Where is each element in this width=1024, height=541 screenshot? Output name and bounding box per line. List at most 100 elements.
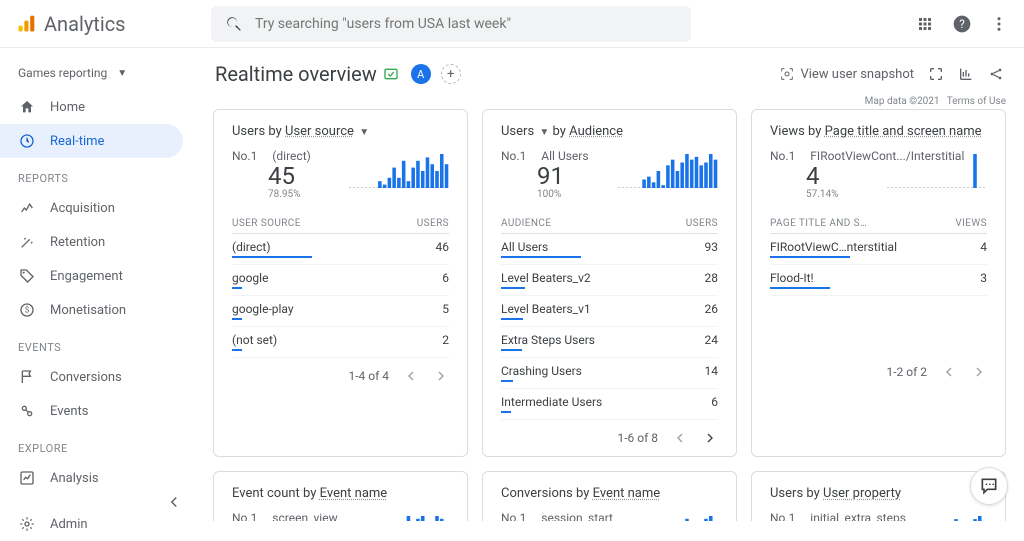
card-title: Users by User property <box>770 486 987 501</box>
table-row[interactable]: Crashing Users14 <box>501 358 718 389</box>
card-title: Users by User source ▼ <box>232 124 449 139</box>
sidebar-item-label: Retention <box>50 235 105 250</box>
pager-range: 1-4 of 4 <box>348 369 389 383</box>
table-row[interactable]: FIRootViewC…nterstitial4 <box>770 234 987 265</box>
gear-icon <box>18 516 36 532</box>
sparkline-chart <box>349 154 449 188</box>
sidebar-item-label: Real-time <box>50 134 104 149</box>
sparkline-chart <box>618 154 718 188</box>
table-header: PAGE TITLE AND S…VIEWS <box>770 212 987 234</box>
table-row[interactable]: All Users93 <box>501 234 718 265</box>
table-row[interactable]: Level Beaters_v126 <box>501 296 718 327</box>
sparkline-chart <box>887 516 987 521</box>
collapse-sidebar-icon[interactable] <box>165 493 183 511</box>
fullscreen-icon[interactable] <box>928 66 944 82</box>
sidebar-item-conversions[interactable]: Conversions <box>0 360 183 394</box>
metric-label: Conversions <box>501 486 573 501</box>
sidebar-item-analysis[interactable]: Analysis <box>0 461 183 495</box>
by-label: by <box>808 124 821 139</box>
add-comparison-button[interactable]: + <box>441 64 461 84</box>
sidebar-item-label: Analysis <box>50 471 99 486</box>
search-box[interactable] <box>211 6 691 42</box>
table-row[interactable]: (not set)2 <box>232 327 449 358</box>
sidebar-item-home[interactable]: Home <box>0 90 183 124</box>
workspace-name: Games reporting <box>18 66 107 80</box>
top-rank-percent: 57.14% <box>806 189 987 200</box>
chevron-down-icon: ▼ <box>117 68 127 79</box>
dimension-selector[interactable]: User source <box>285 124 354 139</box>
dimension-selector[interactable]: Audience <box>569 124 623 139</box>
metric-label: Users <box>770 486 803 501</box>
card-title: Users ▼ by Audience <box>501 124 718 139</box>
pager-next-icon[interactable] <box>971 364 987 380</box>
topbar: Analytics <box>0 0 1024 48</box>
sidebar-item-label: Events <box>50 404 88 419</box>
more-menu-icon[interactable] <box>990 15 1008 33</box>
table-row[interactable]: Intermediate Users6 <box>501 389 718 420</box>
metric-label: Users <box>501 124 534 139</box>
dimension-selector[interactable]: Page title and screen name <box>825 124 982 139</box>
dimension-selector[interactable]: User property <box>823 486 901 501</box>
by-label: by <box>268 124 281 139</box>
search-input[interactable] <box>255 16 677 32</box>
sidebar-item-engagement[interactable]: Engagement <box>0 259 183 293</box>
nav-heading-events: EVENTS <box>0 327 195 360</box>
share-icon[interactable] <box>988 66 1004 82</box>
apps-icon[interactable] <box>916 15 934 33</box>
dimension-selector[interactable]: Event name <box>320 486 388 501</box>
events-icon <box>18 403 36 419</box>
pager-prev-icon[interactable] <box>672 430 688 446</box>
sidebar-item-admin[interactable]: Admin <box>0 507 183 541</box>
sidebar-item-monetisation[interactable]: Monetisation <box>0 293 183 327</box>
metric-label: Event count <box>232 486 300 501</box>
clock-icon <box>18 133 36 149</box>
workspace-selector[interactable]: Games reporting ▼ <box>0 56 195 90</box>
map-attribution: Map data ©2021 <box>865 96 940 107</box>
table-row[interactable]: google6 <box>232 265 449 296</box>
by-label: by <box>576 486 589 501</box>
sidebar-item-label: Monetisation <box>50 303 126 318</box>
page-title-text: Realtime overview <box>215 62 377 86</box>
terms-link[interactable]: Terms of Use <box>947 96 1006 107</box>
sidebar-item-label: Home <box>50 100 85 115</box>
card-title: Views by Page title and screen name <box>770 124 987 139</box>
card-1: Users ▼ by AudienceNo.1 All Users91100%A… <box>482 109 737 457</box>
pager-prev-icon[interactable] <box>403 368 419 384</box>
dimension-selector[interactable]: Event name <box>593 486 661 501</box>
sidebar-item-events[interactable]: Events <box>0 394 183 428</box>
pager-next-icon[interactable] <box>433 368 449 384</box>
search-icon <box>225 15 243 33</box>
edit-report-icon[interactable] <box>958 66 974 82</box>
main-content: Realtime overview A + View user snapshot… <box>195 48 1024 521</box>
table-row[interactable]: Flood-It!3 <box>770 265 987 296</box>
metric-label: Users <box>232 124 265 139</box>
table-row[interactable]: (direct)46 <box>232 234 449 265</box>
feedback-button[interactable] <box>970 467 1008 505</box>
chevron-down-icon[interactable]: ▼ <box>359 127 369 138</box>
spark-icon <box>18 200 36 216</box>
sidebar-item-label: Acquisition <box>50 201 115 216</box>
help-icon[interactable] <box>952 14 972 34</box>
sidebar-item-acquisition[interactable]: Acquisition <box>0 191 183 225</box>
card-pager: 1-6 of 8 <box>501 420 718 446</box>
sidebar-item-retention[interactable]: Retention <box>0 225 183 259</box>
comparison-badge-a[interactable]: A <box>411 64 431 84</box>
tag-icon <box>18 268 36 284</box>
analytics-logo-icon <box>16 13 36 35</box>
home-icon <box>18 99 36 115</box>
card-0: Users by User source ▼No.1 (direct)4578.… <box>213 109 468 457</box>
metric-label: Views <box>770 124 805 139</box>
table-row[interactable]: google-play5 <box>232 296 449 327</box>
view-user-snapshot-button[interactable]: View user snapshot <box>779 66 914 82</box>
table-row[interactable]: Extra Steps Users24 <box>501 327 718 358</box>
pager-prev-icon[interactable] <box>941 364 957 380</box>
card-title: Event count by Event name <box>232 486 449 501</box>
table-row[interactable]: Level Beaters_v228 <box>501 265 718 296</box>
snapshot-icon <box>779 66 795 82</box>
card-title: Conversions by Event name <box>501 486 718 501</box>
pager-next-icon[interactable] <box>702 430 718 446</box>
brand-name: Analytics <box>44 12 126 36</box>
card-4: Conversions by Event nameNo.1 session_st… <box>482 471 737 521</box>
sidebar-item-real-time[interactable]: Real-time <box>0 124 183 158</box>
chevron-down-icon[interactable]: ▼ <box>539 127 549 138</box>
